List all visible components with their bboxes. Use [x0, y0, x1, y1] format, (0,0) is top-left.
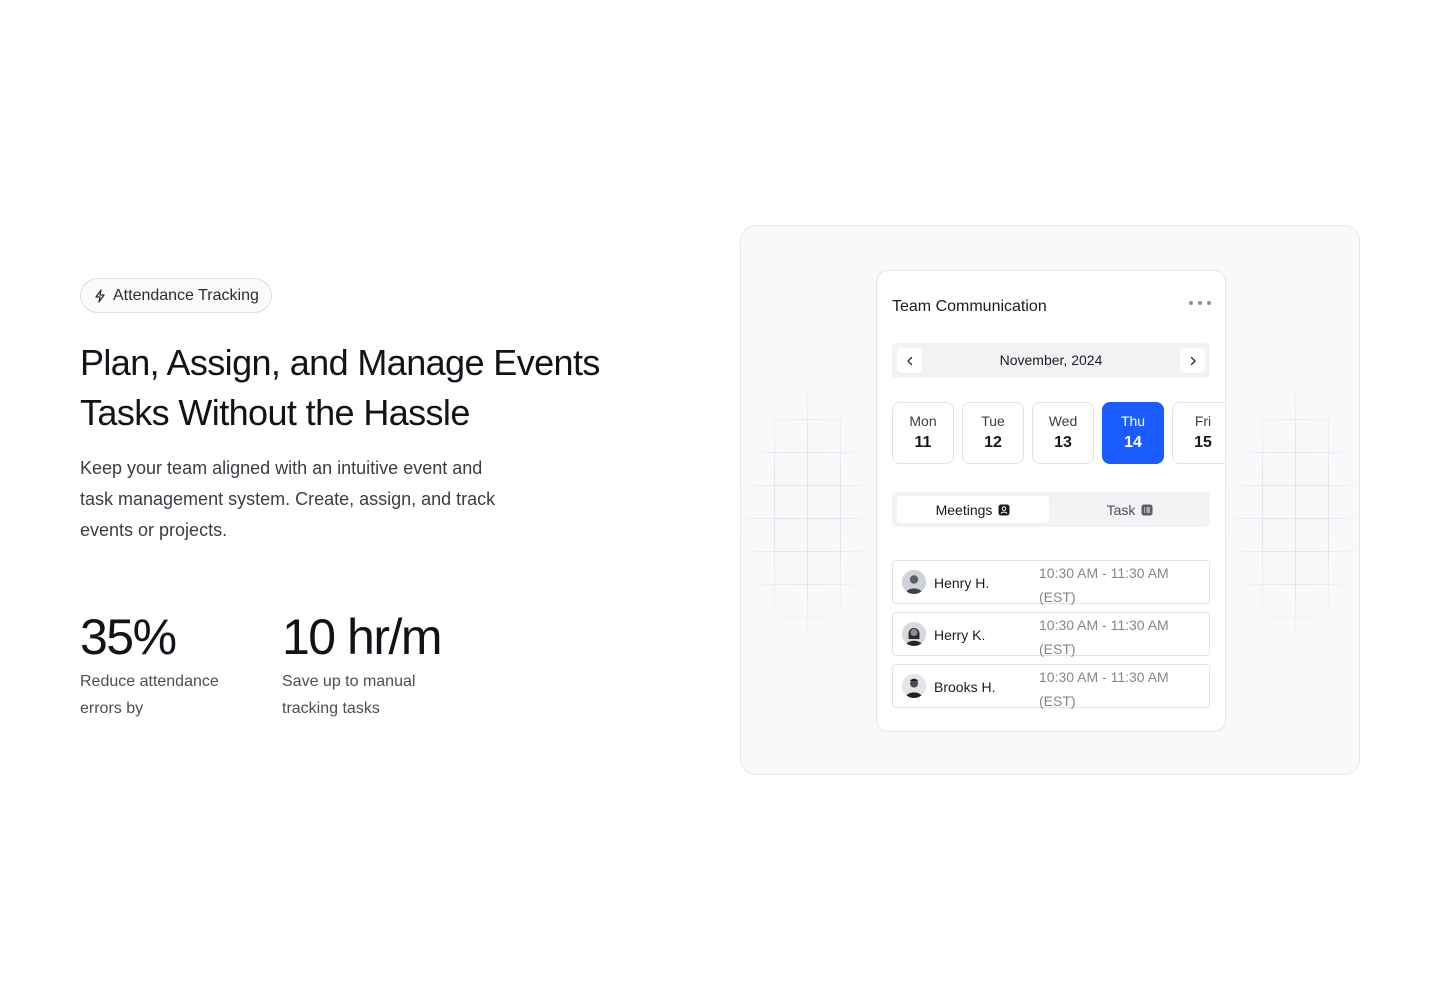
task-list-icon	[1141, 504, 1153, 515]
avatar	[902, 674, 926, 698]
lead-line-2: task management system. Create, assign, …	[80, 489, 496, 509]
attendee-name: Henry H.	[934, 575, 990, 591]
lead-line-1: Keep your team aligned with an intuitive…	[80, 458, 483, 478]
meeting-row[interactable]: Henry H. 10:30 AM - 11:30 AM (EST)	[892, 560, 1210, 605]
lead-line-3: events or projects.	[80, 520, 228, 540]
meeting-time: 10:30 AM - 11:30 AM (EST)	[1039, 561, 1199, 609]
day-number: 11	[914, 434, 932, 451]
next-month-button[interactable]	[1180, 348, 1205, 373]
page-title: Plan, Assign, and Manage Events Tasks Wi…	[80, 338, 680, 438]
stat-desc-line: Reduce attendance	[80, 673, 219, 690]
stat-value: 10 hr/m	[282, 609, 443, 665]
time-zone: (EST)	[1039, 641, 1076, 657]
day-tue[interactable]: Tue 12	[962, 402, 1024, 464]
day-thu-selected[interactable]: Thu 14	[1102, 402, 1164, 464]
attendee-name: Brooks H.	[934, 679, 996, 695]
day-name: Thu	[1120, 413, 1146, 429]
meeting-row[interactable]: Herry K. 10:30 AM - 11:30 AM (EST)	[892, 612, 1210, 657]
attendee-name: Herry K.	[934, 627, 986, 643]
avatar	[902, 622, 926, 646]
meeting-time: 10:30 AM - 11:30 AM (EST)	[1039, 613, 1199, 661]
day-number: 13	[1054, 434, 1072, 451]
view-tabs: Meetings Task	[892, 492, 1210, 527]
team-communication-card: Team Communication November, 2024 Mon 11…	[876, 270, 1226, 732]
day-picker: Mon 11 Tue 12 Wed 13 Thu 14 Fri 15	[892, 402, 1225, 464]
title-line-2: Tasks Without the Hassle	[80, 392, 470, 433]
preview-panel: Team Communication November, 2024 Mon 11…	[740, 225, 1360, 775]
card-title: Team Communication	[892, 298, 1047, 315]
chevron-right-icon	[1190, 356, 1196, 365]
lead-paragraph: Keep your team aligned with an intuitive…	[80, 453, 550, 546]
stat-value: 35%	[80, 609, 177, 665]
stat-time-saved: 10 hr/m Save up to manual tracking tasks	[282, 606, 443, 722]
feature-badge: Attendance Tracking	[80, 278, 272, 313]
stat-attendance: 35% Reduce attendance errors by	[80, 606, 219, 722]
day-wed[interactable]: Wed 13	[1032, 402, 1094, 464]
more-options-icon[interactable]	[1189, 301, 1211, 305]
badge-label: Attendance Tracking	[113, 286, 259, 304]
time-range: 10:30 AM - 11:30 AM	[1039, 669, 1169, 685]
time-zone: (EST)	[1039, 589, 1076, 605]
day-name: Tue	[981, 413, 1005, 429]
stat-desc-line: Save up to manual	[282, 673, 416, 690]
lightning-icon	[95, 288, 105, 303]
day-name: Wed	[1048, 413, 1078, 429]
meeting-row[interactable]: Brooks H. 10:30 AM - 11:30 AM (EST)	[892, 664, 1210, 709]
day-mon[interactable]: Mon 11	[892, 402, 954, 464]
day-name: Fri	[1194, 413, 1212, 429]
time-zone: (EST)	[1039, 693, 1076, 709]
title-line-1: Plan, Assign, and Manage Events	[80, 342, 600, 383]
grid-decoration	[1229, 386, 1359, 636]
time-range: 10:30 AM - 11:30 AM	[1039, 565, 1169, 581]
grid-decoration	[741, 386, 871, 636]
meeting-list: Henry H. 10:30 AM - 11:30 AM (EST) Herry…	[892, 560, 1210, 716]
month-navigator: November, 2024	[892, 343, 1210, 378]
tab-label: Task	[1106, 501, 1136, 518]
day-name: Mon	[909, 413, 937, 429]
day-number: 14	[1124, 434, 1142, 451]
day-fri[interactable]: Fri 15	[1172, 402, 1225, 464]
avatar	[902, 570, 926, 594]
tab-meetings[interactable]: Meetings	[897, 496, 1049, 523]
tab-label: Meetings	[935, 501, 993, 518]
day-number: 15	[1194, 434, 1212, 451]
month-label: November, 2024	[999, 352, 1103, 368]
stat-description: Save up to manual tracking tasks	[282, 668, 441, 722]
day-number: 12	[984, 434, 1002, 451]
meeting-icon	[998, 504, 1010, 515]
tab-task[interactable]: Task	[1054, 496, 1206, 523]
stat-desc-line: tracking tasks	[282, 700, 380, 717]
stat-desc-line: errors by	[80, 700, 144, 717]
time-range: 10:30 AM - 11:30 AM	[1039, 617, 1169, 633]
meeting-time: 10:30 AM - 11:30 AM (EST)	[1039, 665, 1199, 713]
stat-description: Reduce attendance errors by	[80, 668, 219, 722]
